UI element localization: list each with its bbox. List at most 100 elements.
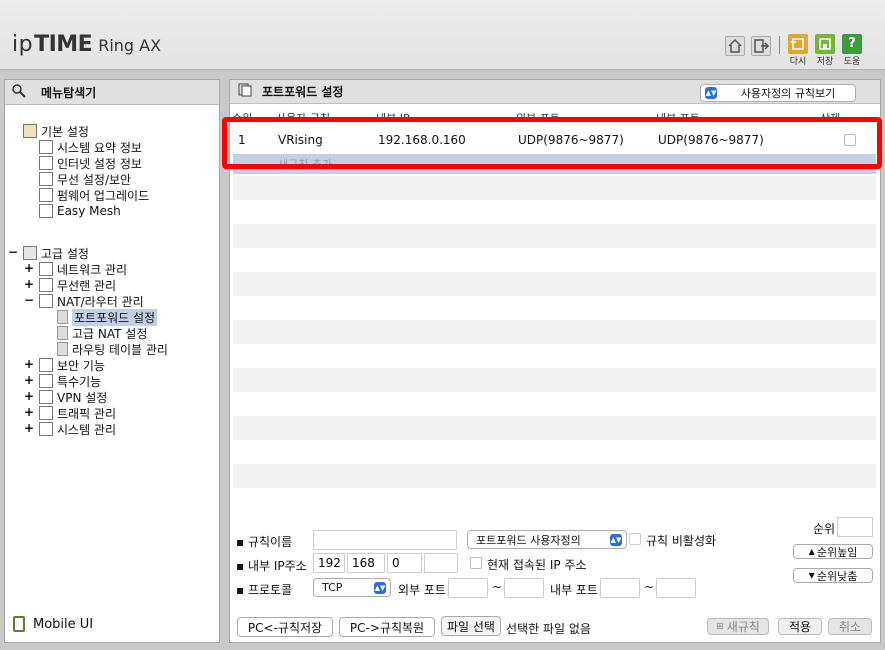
table-row [233,224,876,248]
internal-port-end[interactable] [656,578,696,598]
expand-system-icon[interactable]: + [24,421,34,435]
rule-type-select-value: 포트포워드 사용자정의 [476,533,581,547]
select-arrow-icon: ▲▼ [374,581,386,594]
wifi-icon [39,172,53,186]
ip-octet-3[interactable] [387,553,422,573]
tree-traffic-label: 트래픽 관리 [57,406,117,421]
vpn-icon [39,390,53,404]
tree-routing-table[interactable]: 라우팅 테이블 관리 [57,341,168,357]
rule-name-input[interactable] [313,530,457,550]
page-icon [57,326,68,340]
tree-firmware-upgrade[interactable]: 펌웨어 업그레이드 [39,187,149,203]
tree-security-label: 보안 기능 [57,358,105,373]
menu-explorer-title: 메뉴탐색기 [41,85,97,100]
expand-vpn-icon[interactable]: + [24,389,34,403]
rule-view-select-value: 사용자정의 규칙보기 [740,87,836,100]
logout-icon[interactable] [751,36,771,56]
disable-rule-checkbox[interactable] [629,533,641,545]
page-icon [57,310,68,324]
save-label: 저장 [816,57,834,67]
help-label: 도움 [843,57,861,67]
tree-advanced-settings[interactable]: 고급 설정 [23,245,89,261]
tree-advanced-nat[interactable]: 고급 NAT 설정 [57,325,147,341]
chart-icon [39,140,53,154]
tree-internet-settings-label: 인터넷 설정 정보 [57,156,142,171]
no-file-text: 선택한 파일 없음 [506,622,591,636]
apply-button[interactable]: 적용 [778,618,822,635]
tree-routing-table-label: 라우팅 테이블 관리 [72,342,168,357]
tree-wireless-security[interactable]: 무선 설정/보안 [39,171,131,187]
tree-easy-mesh[interactable]: Easy Mesh [39,203,121,219]
tree-basic-settings[interactable]: 기본 설정 [23,123,89,139]
external-port-end[interactable] [504,578,544,598]
expand-wireless-icon[interactable]: + [24,277,34,291]
tree-special-functions-label: 특수기능 [57,374,102,389]
tree-system-summary-label: 시스템 요약 정보 [57,140,142,155]
table-row [233,176,876,200]
tree-system-summary[interactable]: 시스템 요약 정보 [39,139,142,155]
expand-traffic-icon[interactable]: + [24,405,34,419]
new-rule-button[interactable]: ⊞ 새규칙 [707,618,769,635]
disable-rule-label: 규칙 비활성화 [646,534,717,548]
logo-time: TIME [34,32,93,57]
tree-system-management[interactable]: 시스템 관리 [39,421,116,437]
current-ip-checkbox[interactable] [470,557,482,569]
table-row [233,296,876,320]
external-port-start[interactable] [448,578,488,598]
protocol-label: ▪ 프로토콜 [236,583,293,597]
mobile-ui-link[interactable]: Mobile UI [13,616,93,632]
refresh-label: 다시 [789,57,807,67]
lock-icon [39,358,53,372]
pc-save-button[interactable]: PC<-규칙저장 [237,617,333,637]
table-row [233,200,876,224]
rank-down-button[interactable]: ▼ 순위낮춤 [793,568,873,583]
rank-label: 순위 [813,522,836,536]
traffic-icon [39,406,53,420]
save-icon[interactable] [815,34,835,54]
tree-security[interactable]: 보안 기능 [39,357,105,373]
collapse-advanced-icon[interactable]: − [8,245,18,259]
highlight-box [222,117,882,169]
rank-input[interactable] [837,517,873,537]
ip-octet-4[interactable] [424,553,458,573]
select-arrow-icon: ▲▼ [610,533,622,546]
rule-view-select[interactable]: ▲▼ 사용자정의 규칙보기 [700,84,856,102]
page-icon [57,342,68,356]
cancel-button[interactable]: 취소 [828,618,872,635]
tree-wireless-management[interactable]: 무선랜 관리 [39,277,116,293]
network-icon [39,262,53,276]
expand-network-icon[interactable]: + [24,261,34,275]
logo-model: Ring AX [98,36,162,55]
monitor-icon [39,156,53,170]
pc-restore-button[interactable]: PC->규칙복원 [339,617,435,637]
tree-traffic[interactable]: 트래픽 관리 [39,405,116,421]
internal-port-start[interactable] [600,578,640,598]
help-icon[interactable]: ? [842,34,862,54]
protocol-select[interactable]: TCP ▲▼ [313,578,391,597]
tree-network-management[interactable]: 네트워크 관리 [39,261,127,277]
triangle-down-icon: ▼ [808,571,815,580]
expand-security-icon[interactable]: + [24,357,34,371]
tree-vpn[interactable]: VPN 설정 [39,389,107,405]
rank-up-button[interactable]: ▲ 순위높임 [793,544,873,559]
folder-icon [23,124,37,138]
expand-special-icon[interactable]: + [24,373,34,387]
rule-form: ▪ 규칙이름 포트포워드 사용자정의 ▲▼ 규칙 비활성화 순위 ▪ 내부 IP… [230,515,880,642]
home-icon[interactable] [725,36,745,56]
collapse-nat-icon[interactable]: − [24,293,34,307]
tree-nat-router[interactable]: NAT/라우터 관리 [39,293,144,309]
tree-special-functions[interactable]: 특수기능 [39,373,101,389]
tree-internet-settings[interactable]: 인터넷 설정 정보 [39,155,142,171]
refresh-icon[interactable] [788,34,808,54]
mesh-icon [39,204,53,218]
table-row [233,248,876,272]
tree-easy-mesh-label: Easy Mesh [57,204,121,218]
table-row [233,440,876,464]
file-select-button[interactable]: 파일 선택 [441,616,501,636]
plus-icon: ⊞ [716,621,724,632]
ip-octet-2[interactable] [347,553,385,573]
tree-port-forward[interactable]: 포트포워드 설정 [57,308,158,326]
ip-octet-1[interactable] [313,553,345,573]
chart-icon [39,422,53,436]
rule-type-select[interactable]: 포트포워드 사용자정의 ▲▼ [467,530,627,549]
